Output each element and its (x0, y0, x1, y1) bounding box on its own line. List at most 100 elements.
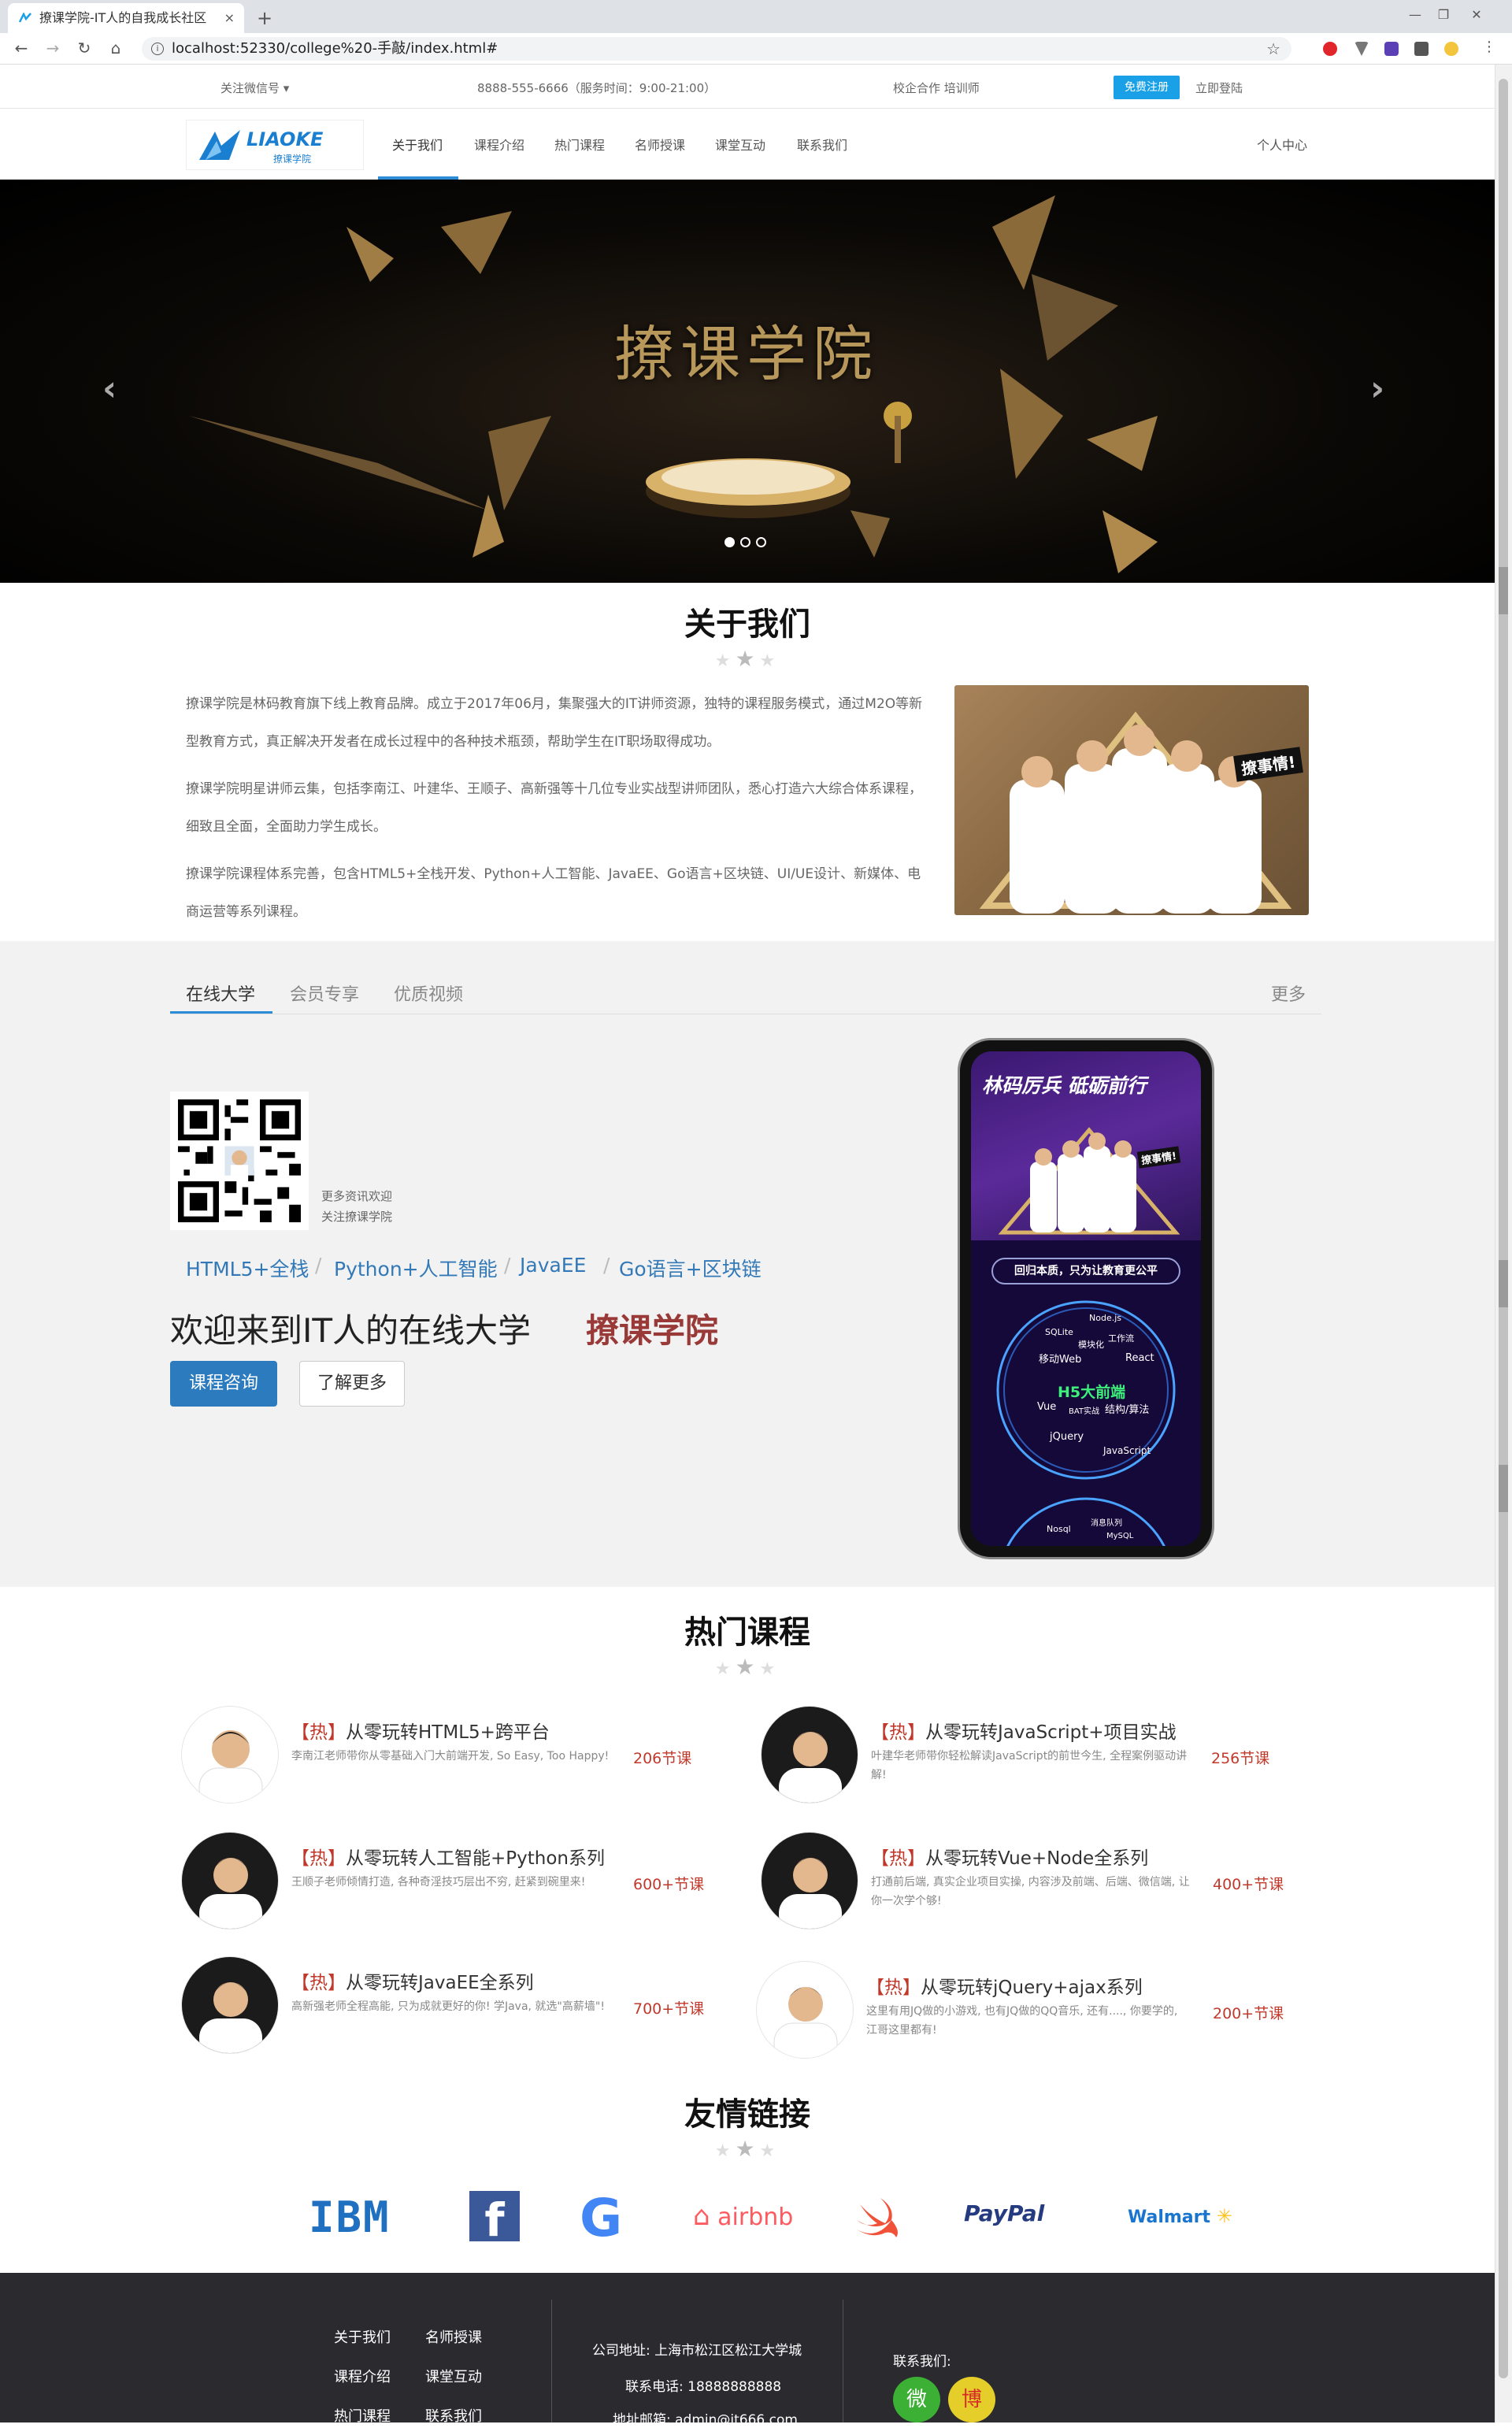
course-card[interactable]: 【热】从零玩转jQuery+ajax系列 这里有用JQ做的小游戏, 也有JQ做的… (756, 1961, 1323, 2063)
google-logo[interactable]: G (580, 2188, 622, 2248)
tab-title: 撩课学院-IT人的自我成长社区 (39, 10, 207, 25)
facebook-logo[interactable]: f (469, 2191, 520, 2247)
reload-icon[interactable]: ↻ (74, 39, 94, 57)
tab-online-university[interactable]: 在线大学 (186, 980, 255, 1006)
phone-tag: BAT实战 (1069, 1407, 1100, 1416)
learn-more-button[interactable]: 了解更多 (299, 1361, 405, 1407)
footer-link[interactable]: 课程介绍 (334, 2366, 391, 2386)
site-info-icon[interactable]: i (151, 43, 164, 55)
course-card[interactable]: 【热】从零玩转JavaEE全系列 高新强老师全程高能, 只为成就更好的你! 学J… (181, 1956, 748, 2059)
hot-tag: 【热】 (871, 1848, 925, 1869)
course-title[interactable]: 从零玩转JavaScript+项目实战 (925, 1722, 1177, 1743)
carousel-dot[interactable] (740, 537, 750, 547)
wechat-icon[interactable]: 微 (893, 2377, 940, 2422)
about-paragraph: 撩课学院课程体系完善，包含HTML5+全栈开发、Python+人工智能、Java… (186, 866, 921, 920)
teacher-avatar (756, 1961, 854, 2059)
course-card[interactable]: 【热】从零玩转HTML5+跨平台 李南江老师带你从零基础入门大前端开发, So … (181, 1706, 748, 1808)
new-tab-button[interactable]: + (257, 3, 272, 33)
qr-code (170, 1092, 309, 1230)
course-title[interactable]: 从零玩转JavaEE全系列 (346, 1973, 534, 1993)
carousel-dot[interactable] (756, 537, 766, 547)
course-description: 王顺子老师倾情打造, 各种奇淫技巧层出不穷, 赶紧到碗里来! (291, 1876, 586, 1889)
teacher-avatar (761, 1706, 858, 1803)
nav-courses-intro[interactable]: 课程介绍 (474, 135, 524, 154)
course-card[interactable]: 【热】从零玩转Vue+Node全系列 打通前后端, 真实企业项目实操, 内容涉及… (761, 1832, 1328, 1934)
forward-icon[interactable]: → (43, 39, 63, 57)
team-figures (979, 711, 1292, 914)
category-link[interactable]: JavaEE (520, 1254, 586, 1277)
scrollbar-thumb[interactable] (1499, 79, 1508, 2378)
airbnb-logo[interactable]: ⌂ airbnb (693, 2200, 793, 2256)
course-title[interactable]: 从零玩转jQuery+ajax系列 (921, 1978, 1143, 1998)
profile-avatar-icon[interactable] (1444, 42, 1458, 56)
course-title[interactable]: 从零玩转人工智能+Python系列 (346, 1848, 605, 1869)
login-link[interactable]: 立即登陆 (1195, 80, 1243, 96)
tab-close-icon[interactable]: × (224, 3, 235, 33)
footer-link[interactable]: 名师授课 (425, 2326, 482, 2347)
about-stars-decoration: ★★★ (714, 646, 780, 672)
phone-tag: 移动Web (1039, 1354, 1082, 1366)
category-link[interactable]: HTML5+全栈 (186, 1254, 309, 1282)
scroll-marker (1499, 1465, 1508, 1512)
close-window-button[interactable]: ✕ (1465, 5, 1488, 25)
top-info-bar: 关注微信号 ▾ 8888-555-6666（服务时间：9:00-21:00） 校… (0, 65, 1495, 109)
walmart-logo[interactable]: Walmart ✳ (1128, 2205, 1232, 2260)
carousel-prev-icon[interactable]: ‹ (102, 369, 117, 409)
airbnb-icon: ⌂ (693, 2200, 710, 2232)
carousel-dot[interactable] (724, 537, 735, 547)
course-title[interactable]: 从零玩转Vue+Node全系列 (925, 1848, 1148, 1869)
phone-tag: JavaScript (1103, 1445, 1151, 1456)
footer-address: 公司地址: 上海市松江区松江大学城 (592, 2343, 802, 2359)
category-link[interactable]: Go语言+区块链 (619, 1254, 762, 1282)
course-card[interactable]: 【热】从零玩转人工智能+Python系列 王顺子老师倾情打造, 各种奇淫技巧层出… (181, 1832, 748, 1934)
course-card[interactable]: 【热】从零玩转JavaScript+项目实战 叶建华老师带你轻松解读JavaSc… (761, 1706, 1328, 1808)
course-description: 叶建华老师带你轻松解读JavaScript的前世今生, 全程案例驱动讲解! (871, 1750, 1188, 1781)
nav-hot-courses[interactable]: 热门课程 (554, 135, 605, 154)
nav-user-center[interactable]: 个人中心 (1257, 135, 1307, 154)
footer-link[interactable]: 热门课程 (334, 2405, 391, 2426)
home-icon[interactable]: ⌂ (106, 39, 126, 57)
browser-tab[interactable]: 撩课学院-IT人的自我成长社区 × (8, 3, 244, 33)
nav-teachers[interactable]: 名师授课 (635, 135, 685, 154)
vpn-extension-icon[interactable] (1354, 42, 1369, 56)
bookmark-star-icon[interactable]: ☆ (1266, 37, 1280, 61)
ibm-logo[interactable]: IBM (309, 2193, 391, 2248)
wechat-follow-link[interactable]: 关注微信号 ▾ (220, 80, 289, 96)
address-bar[interactable]: i localhost:52330/college%20-手敲/index.ht… (142, 37, 1292, 61)
puzzle-extension-icon[interactable] (1414, 42, 1429, 56)
cooperation-link[interactable]: 校企合作 培训师 (893, 80, 980, 96)
links-title: 友情链接 (684, 2096, 810, 2133)
nav-about[interactable]: 关于我们 (392, 135, 443, 154)
nav-contact[interactable]: 联系我们 (797, 135, 847, 154)
category-link[interactable]: Python+人工智能 (334, 1254, 498, 1282)
footer-link[interactable]: 联系我们 (425, 2405, 482, 2426)
phone-tag: Nosql (1047, 1524, 1071, 1534)
paypal-logo[interactable]: PayPal (964, 2200, 1044, 2256)
back-icon[interactable]: ← (11, 39, 32, 57)
register-button[interactable]: 免费注册 (1114, 76, 1180, 99)
opera-extension-icon[interactable] (1323, 42, 1337, 56)
carousel-next-icon[interactable]: › (1370, 369, 1384, 409)
tab-videos[interactable]: 优质视频 (394, 980, 463, 1006)
minimize-button[interactable]: — (1403, 5, 1427, 25)
site-favicon-icon (19, 13, 32, 23)
maximize-button[interactable]: ❐ (1432, 5, 1455, 25)
hot-tag: 【热】 (291, 1973, 346, 1993)
weibo-icon[interactable]: 博 (948, 2377, 995, 2422)
swift-logo-icon[interactable] (854, 2193, 904, 2248)
footer-link[interactable]: 课堂互动 (425, 2366, 482, 2386)
hot-tag: 【热】 (291, 1848, 346, 1869)
more-link[interactable]: 更多 (1271, 980, 1306, 1006)
site-logo[interactable]: LIAOKE 撩课学院 (186, 120, 364, 170)
cube-extension-icon[interactable] (1384, 42, 1399, 56)
footer-link[interactable]: 关于我们 (334, 2326, 391, 2347)
about-paragraph: 撩课学院明星讲师云集，包括李南江、叶建华、王顺子、高新强等十几位专业实战型讲师团… (186, 781, 922, 835)
menu-kebab-icon[interactable]: ⋮ (1479, 39, 1499, 55)
course-title[interactable]: 从零玩转HTML5+跨平台 (346, 1722, 550, 1743)
nav-interaction[interactable]: 课堂互动 (715, 135, 765, 154)
about-paragraph: 撩课学院是林码教育旗下线上教育品牌。成立于2017年06月，集聚强大的IT讲师资… (186, 696, 923, 750)
course-consult-button[interactable]: 课程咨询 (170, 1361, 277, 1407)
phone-tag: 消息队列 (1091, 1519, 1122, 1528)
qr-caption: 更多资讯欢迎 (321, 1189, 393, 1203)
tab-member[interactable]: 会员专享 (290, 980, 359, 1006)
